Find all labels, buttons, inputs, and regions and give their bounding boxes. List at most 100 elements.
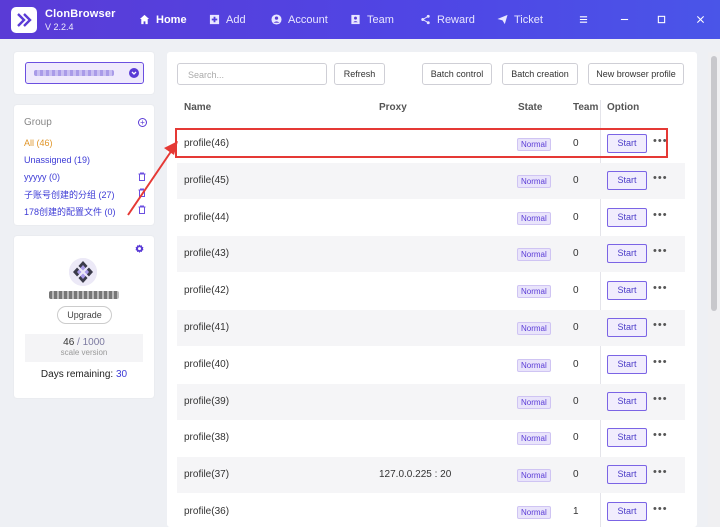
gear-icon[interactable]: [135, 244, 144, 253]
profile-name: profile(36): [184, 506, 230, 517]
more-icon[interactable]: •••: [653, 429, 668, 441]
quota-count: 46 / 1000: [25, 337, 143, 348]
table-row[interactable]: profile(36) Normal 1 Start •••: [177, 494, 685, 527]
home-icon: [139, 14, 150, 25]
start-button[interactable]: Start: [607, 391, 647, 411]
batch-creation-button[interactable]: Batch creation: [502, 63, 578, 85]
nav-team-label: Team: [367, 13, 394, 26]
add-group-icon[interactable]: +: [138, 118, 147, 127]
app-version: V 2.2.4: [45, 22, 74, 32]
days-label: Days remaining:: [40, 369, 116, 380]
status-badge: Normal: [517, 322, 551, 335]
col-team[interactable]: Team: [573, 102, 598, 113]
avatar: [69, 258, 97, 286]
close-icon[interactable]: [693, 12, 707, 26]
account-select[interactable]: [25, 62, 144, 84]
team-icon: [351, 14, 360, 25]
trash-icon[interactable]: [138, 205, 146, 214]
table-row[interactable]: profile(41) Normal 0 Start •••: [177, 310, 685, 346]
profile-name: profile(42): [184, 285, 230, 297]
col-option: Option: [607, 102, 640, 113]
start-button[interactable]: Start: [607, 207, 647, 227]
refresh-button[interactable]: Refresh: [334, 63, 385, 85]
team-value: 0: [573, 211, 579, 223]
more-icon[interactable]: •••: [653, 356, 668, 368]
group-item-all[interactable]: All (46): [24, 138, 53, 148]
search-input[interactable]: Search...: [177, 63, 327, 85]
nav-home[interactable]: Home: [139, 0, 187, 39]
table-row[interactable]: profile(43) Normal 0 Start •••: [177, 236, 685, 273]
start-button[interactable]: Start: [607, 354, 647, 374]
start-button[interactable]: Start: [607, 502, 647, 521]
start-button[interactable]: Start: [607, 465, 647, 485]
table-row[interactable]: profile(42) Normal 0 Start •••: [177, 273, 685, 309]
group-item-178[interactable]: 178创建的配置文件 (0): [24, 205, 116, 218]
team-value: 0: [573, 174, 579, 186]
start-button[interactable]: Start: [607, 428, 647, 448]
table-row[interactable]: profile(40) Normal 0 Start •••: [177, 347, 685, 383]
start-button[interactable]: Start: [607, 281, 647, 301]
table-header: Name Proxy State Team Option: [177, 100, 685, 116]
nav-add[interactable]: Add: [209, 0, 246, 39]
profile-name: profile(38): [184, 432, 230, 444]
menu-icon[interactable]: [576, 12, 590, 26]
col-name[interactable]: Name: [184, 102, 211, 113]
more-icon[interactable]: •••: [653, 209, 668, 221]
col-proxy[interactable]: Proxy: [379, 102, 407, 113]
minimize-icon[interactable]: [617, 12, 631, 26]
table-row[interactable]: profile(45) Normal 0 Start •••: [177, 162, 685, 199]
start-button[interactable]: Start: [607, 170, 647, 190]
status-badge: Normal: [517, 174, 551, 188]
nav-account[interactable]: Account: [271, 0, 328, 39]
nav-reward[interactable]: Reward: [420, 0, 475, 39]
nav-ticket[interactable]: Ticket: [497, 0, 543, 39]
quota-caption: scale version: [60, 348, 108, 357]
table-row[interactable]: profile(38) Normal 0 Start •••: [177, 420, 685, 456]
account-name-redacted: [34, 70, 114, 76]
more-icon[interactable]: •••: [653, 282, 668, 294]
status-badge: Normal: [517, 469, 551, 483]
more-icon[interactable]: •••: [653, 245, 668, 257]
username-redacted: [49, 291, 119, 299]
more-icon[interactable]: •••: [653, 466, 668, 478]
table-row[interactable]: profile(39) Normal 0 Start •••: [177, 383, 685, 420]
more-icon[interactable]: •••: [653, 503, 668, 515]
scrollbar[interactable]: [708, 52, 720, 527]
table-row[interactable]: profile(37) 127.0.0.225 : 20 Normal 0 Start •…: [177, 457, 685, 494]
start-button[interactable]: Start: [607, 318, 647, 337]
more-icon[interactable]: •••: [653, 393, 668, 405]
trash-icon[interactable]: [138, 188, 146, 197]
team-value: 0: [573, 358, 579, 370]
more-icon[interactable]: •••: [653, 319, 668, 331]
profile-name: profile(43): [184, 248, 230, 260]
plus-square-icon: [209, 14, 220, 25]
nav-team[interactable]: Team: [350, 0, 394, 39]
profile-name: profile(45): [184, 174, 230, 186]
team-value: 0: [573, 469, 579, 481]
send-icon: [497, 14, 508, 25]
nav-ticket-label: Ticket: [514, 13, 543, 26]
group-item-subaccount[interactable]: 子账号创建的分组 (27): [24, 188, 115, 201]
status-badge: Normal: [517, 285, 551, 299]
start-button[interactable]: Start: [607, 244, 647, 264]
app-name: ClonBrowser: [45, 8, 116, 20]
status-badge: Normal: [517, 506, 551, 519]
scrollbar-thumb[interactable]: [711, 56, 717, 311]
new-browser-profile-button[interactable]: New browser profile: [588, 63, 684, 85]
more-icon[interactable]: •••: [653, 172, 668, 184]
user-circle-icon: [271, 14, 282, 25]
table-row[interactable]: profile(44) Normal 0 Start •••: [177, 200, 685, 236]
status-badge: Normal: [517, 395, 551, 409]
upgrade-button[interactable]: Upgrade: [57, 306, 112, 324]
trash-icon[interactable]: [138, 172, 146, 181]
status-badge: Normal: [517, 358, 551, 372]
group-item-yyyyy[interactable]: yyyyy (0): [24, 172, 60, 182]
group-item-unassigned[interactable]: Unassigned (19): [24, 155, 90, 165]
group-title: Group: [24, 117, 52, 128]
col-state[interactable]: State: [518, 102, 542, 113]
batch-control-button[interactable]: Batch control: [422, 63, 492, 85]
user-card: Upgrade 46 / 1000 scale version Days rem…: [14, 236, 154, 398]
days-remaining: Days remaining: 30: [14, 369, 154, 380]
team-value: 0: [573, 285, 579, 297]
maximize-icon[interactable]: [654, 12, 668, 26]
